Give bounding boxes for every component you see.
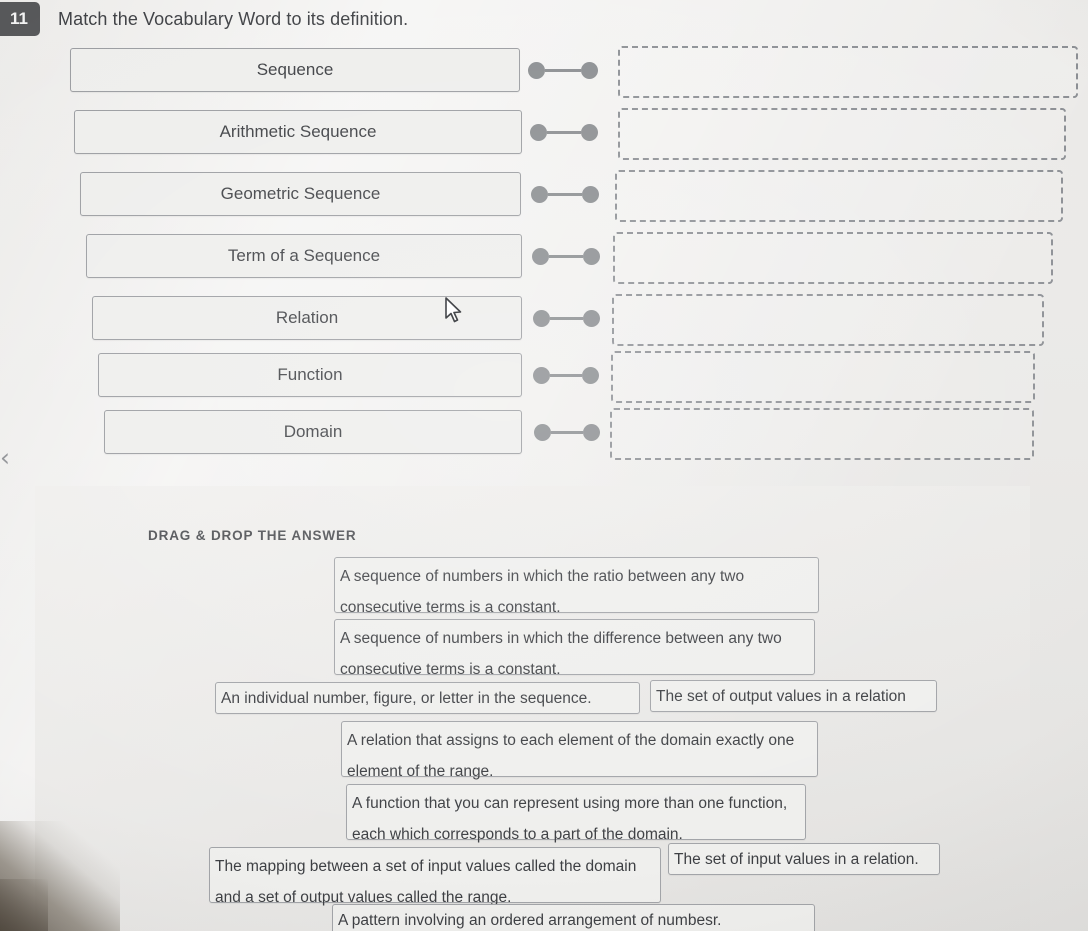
answer-drop-zone[interactable] [610, 408, 1034, 460]
match-row: Function [0, 351, 1088, 403]
connector-line [549, 254, 583, 258]
drag-drop-label: DRAG & DROP THE ANSWER [148, 528, 357, 543]
match-area: Sequence Arithmetic Sequence Geometric Seq… [0, 44, 1088, 464]
page-title: Match the Vocabulary Word to its definit… [58, 9, 409, 29]
connector-dot-right[interactable] [581, 61, 598, 79]
connector-dot-left[interactable] [534, 423, 551, 441]
connector-dot-right[interactable] [583, 309, 600, 327]
connector-dot-right[interactable] [582, 185, 599, 203]
connector-dot-left[interactable] [528, 61, 545, 79]
answer-drop-zone[interactable] [613, 232, 1053, 284]
draggable-answer-card[interactable]: A function that you can represent using … [346, 784, 806, 843]
connector-dot-left[interactable] [530, 123, 547, 141]
answer-drop-zone[interactable] [618, 108, 1066, 160]
match-connector[interactable] [534, 410, 600, 454]
match-connector[interactable] [531, 172, 599, 216]
match-row: Term of a Sequence [0, 232, 1088, 284]
vocabulary-term-box[interactable]: Relation [92, 296, 522, 340]
vocabulary-term-box[interactable]: Sequence [70, 48, 520, 92]
connector-dot-left[interactable] [533, 309, 550, 327]
match-row: Relation [0, 294, 1088, 346]
vocabulary-term-box[interactable]: Function [98, 353, 522, 397]
connector-line [550, 316, 583, 320]
draggable-answer-card[interactable]: The set of output values in a relation [650, 680, 937, 712]
draggable-answer-card[interactable]: The set of input values in a relation. [668, 843, 940, 875]
connector-line [548, 192, 582, 196]
draggable-answer-card[interactable]: The mapping between a set of input value… [209, 847, 661, 906]
connector-dot-left[interactable] [531, 185, 548, 203]
answer-drop-zone[interactable] [618, 46, 1078, 98]
connector-dot-left[interactable] [532, 247, 549, 265]
connector-dot-left[interactable] [533, 366, 550, 384]
draggable-answer-card[interactable]: An individual number, figure, or letter … [215, 682, 640, 714]
connector-line [547, 130, 581, 134]
question-number-badge: 11 [0, 2, 40, 36]
match-row: Arithmetic Sequence [0, 108, 1088, 160]
connector-line [550, 373, 582, 377]
answer-drop-zone[interactable] [612, 294, 1044, 346]
match-connector[interactable] [528, 48, 598, 92]
connector-dot-right[interactable] [582, 366, 599, 384]
drag-drop-panel: DRAG & DROP THE ANSWER A sequence of num… [35, 486, 1030, 931]
match-connector[interactable] [532, 234, 600, 278]
connector-line [551, 430, 583, 434]
answer-drop-zone[interactable] [615, 170, 1063, 222]
draggable-answer-card[interactable]: A sequence of numbers in which the diffe… [334, 619, 815, 678]
connector-dot-right[interactable] [583, 423, 600, 441]
vocabulary-term-box[interactable]: Domain [104, 410, 522, 454]
back-chevron-icon[interactable]: ‹ [0, 443, 22, 473]
connector-dot-right[interactable] [581, 123, 598, 141]
vocabulary-term-box[interactable]: Term of a Sequence [86, 234, 522, 278]
draggable-answer-card[interactable]: A sequence of numbers in which the ratio… [334, 557, 819, 616]
draggable-answer-card[interactable]: A relation that assigns to each element … [341, 721, 818, 780]
answer-drop-zone[interactable] [611, 351, 1035, 403]
match-connector[interactable] [533, 296, 600, 340]
match-connector[interactable] [530, 110, 598, 154]
vocabulary-term-box[interactable]: Arithmetic Sequence [74, 110, 522, 154]
match-row: Sequence [0, 46, 1088, 98]
connector-line [545, 68, 581, 72]
match-row: Domain [0, 408, 1088, 460]
vocabulary-term-box[interactable]: Geometric Sequence [80, 172, 521, 216]
match-row: Geometric Sequence [0, 170, 1088, 222]
draggable-answer-card[interactable]: A pattern involving an ordered arrangeme… [332, 904, 815, 931]
connector-dot-right[interactable] [583, 247, 600, 265]
match-connector[interactable] [533, 353, 599, 397]
